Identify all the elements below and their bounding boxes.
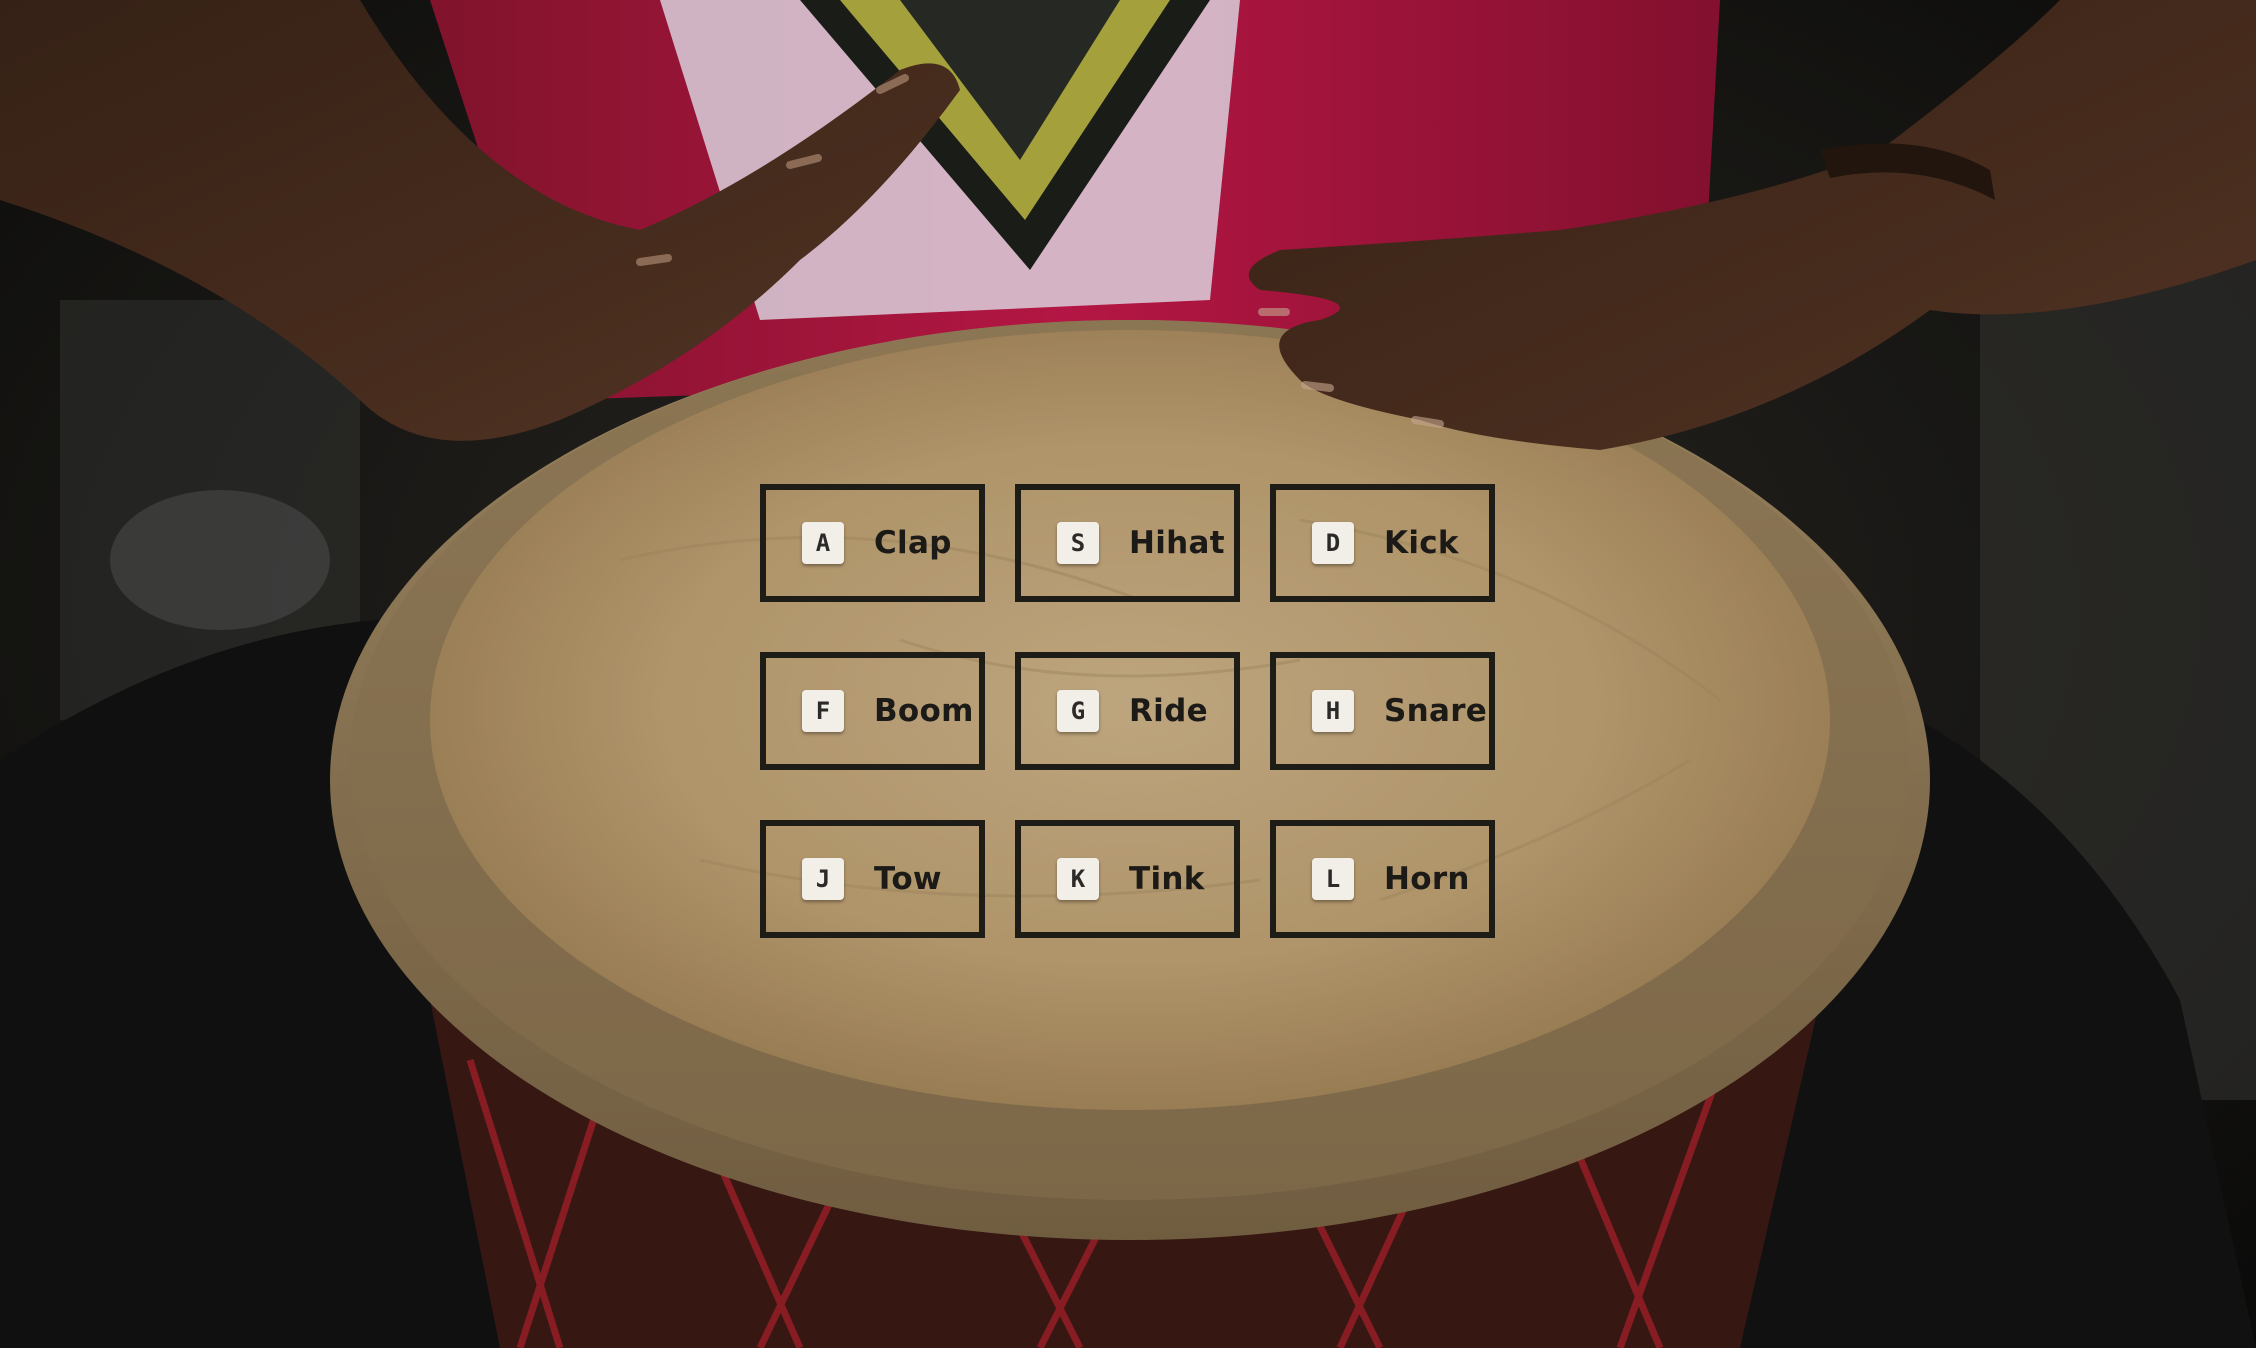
keycap-d: D bbox=[1312, 522, 1354, 564]
pad-label-kick: Kick bbox=[1384, 525, 1459, 561]
pad-hihat[interactable]: S Hihat bbox=[1015, 484, 1240, 602]
keycap-j: J bbox=[802, 858, 844, 900]
keycap-a: A bbox=[802, 522, 844, 564]
pad-tink[interactable]: K Tink bbox=[1015, 820, 1240, 938]
drum-pad-grid: A Clap S Hihat D Kick F Boom G Ride H Sn… bbox=[760, 484, 1496, 938]
keycap-f: F bbox=[802, 690, 844, 732]
keycap-h: H bbox=[1312, 690, 1354, 732]
pad-boom[interactable]: F Boom bbox=[760, 652, 985, 770]
keycap-k: K bbox=[1057, 858, 1099, 900]
pad-label-ride: Ride bbox=[1129, 693, 1208, 729]
drum-kit-page: A Clap S Hihat D Kick F Boom G Ride H Sn… bbox=[0, 0, 2256, 1348]
pad-label-tow: Tow bbox=[874, 861, 942, 897]
keycap-g: G bbox=[1057, 690, 1099, 732]
pad-label-clap: Clap bbox=[874, 525, 952, 561]
pad-clap[interactable]: A Clap bbox=[760, 484, 985, 602]
pad-horn[interactable]: L Horn bbox=[1270, 820, 1495, 938]
keycap-l: L bbox=[1312, 858, 1354, 900]
pad-ride[interactable]: G Ride bbox=[1015, 652, 1240, 770]
keycap-s: S bbox=[1057, 522, 1099, 564]
pad-label-tink: Tink bbox=[1129, 861, 1205, 897]
pad-snare[interactable]: H Snare bbox=[1270, 652, 1495, 770]
pad-kick[interactable]: D Kick bbox=[1270, 484, 1495, 602]
pad-label-boom: Boom bbox=[874, 693, 974, 729]
pad-tow[interactable]: J Tow bbox=[760, 820, 985, 938]
pad-label-horn: Horn bbox=[1384, 861, 1470, 897]
pad-label-hihat: Hihat bbox=[1129, 525, 1225, 561]
pad-label-snare: Snare bbox=[1384, 693, 1488, 729]
